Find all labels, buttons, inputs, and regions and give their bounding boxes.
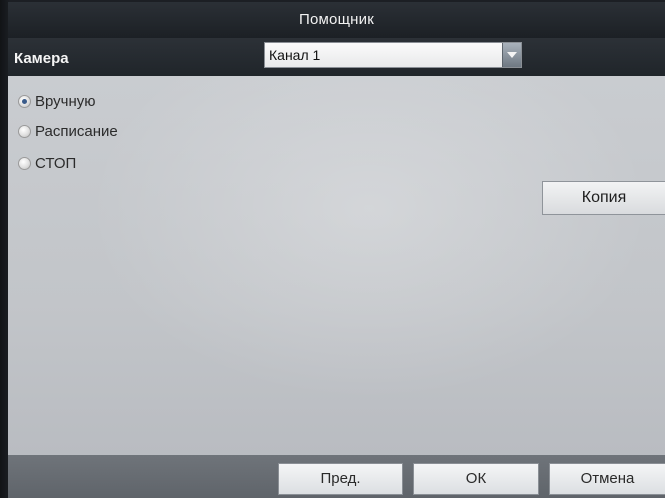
- radio-unchecked-icon[interactable]: [18, 124, 31, 138]
- radio-unchecked-icon[interactable]: [18, 156, 31, 170]
- dialog-title: Помощник: [8, 2, 665, 38]
- radio-manual[interactable]: Вручную: [18, 91, 96, 111]
- camera-label: Камера: [14, 50, 69, 67]
- radio-schedule[interactable]: Расписание: [18, 121, 118, 141]
- radio-schedule-label: Расписание: [35, 122, 118, 140]
- camera-row: Камера Канал 1: [8, 38, 665, 76]
- record-mode-panel: Вручную Расписание СТОП Копия: [8, 76, 665, 455]
- channel-select[interactable]: Канал 1: [264, 42, 522, 68]
- ok-button[interactable]: ОК: [413, 463, 539, 495]
- footer-bar: Пред. ОК Отмена: [8, 455, 665, 498]
- prev-button[interactable]: Пред.: [278, 463, 403, 495]
- channel-select-value: Канал 1: [269, 47, 321, 63]
- cancel-button[interactable]: Отмена: [549, 463, 665, 495]
- copy-button[interactable]: Копия: [542, 181, 665, 215]
- setup-wizard-screen: Помощник Камера Канал 1 Вручную Расписан…: [0, 0, 665, 498]
- radio-stop-label: СТОП: [35, 154, 77, 172]
- radio-checked-icon[interactable]: [18, 94, 31, 108]
- radio-manual-label: Вручную: [35, 92, 96, 110]
- radio-stop[interactable]: СТОП: [18, 153, 76, 173]
- chevron-down-icon[interactable]: [502, 43, 521, 67]
